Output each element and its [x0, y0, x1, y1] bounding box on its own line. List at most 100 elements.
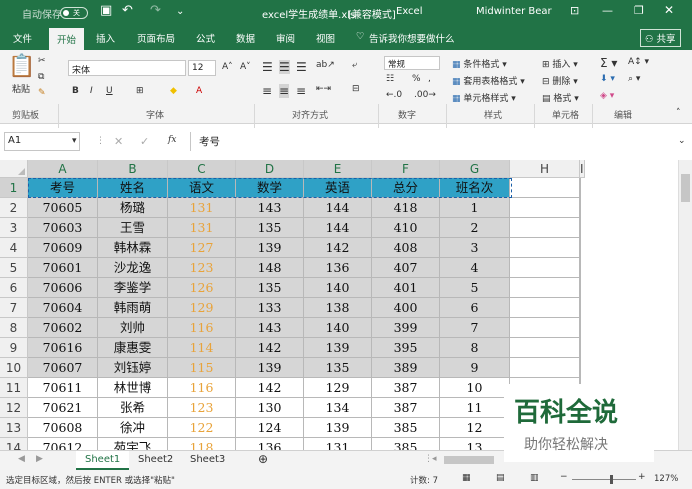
table-format-button[interactable]: ▦ 套用表格格式 ▾: [452, 74, 525, 87]
header-cell[interactable]: 总分: [372, 178, 440, 198]
scroll-left-icon[interactable]: ◂: [432, 454, 437, 464]
collapse-ribbon-icon[interactable]: ˄: [676, 108, 681, 118]
data-cell[interactable]: 70607: [28, 358, 98, 378]
shrink-font-icon[interactable]: A˅: [240, 62, 251, 72]
data-cell[interactable]: 康惠雯: [98, 338, 168, 358]
grow-font-icon[interactable]: A˄: [222, 62, 233, 72]
data-cell[interactable]: 387: [372, 398, 440, 418]
data-cell[interactable]: 林世博: [98, 378, 168, 398]
data-cell[interactable]: 139: [304, 418, 372, 438]
orientation-icon[interactable]: ab↗: [316, 60, 335, 70]
comma-icon[interactable]: ,: [428, 74, 431, 84]
zoom-in-icon[interactable]: +: [638, 472, 646, 482]
data-cell[interactable]: 杨璐: [98, 198, 168, 218]
column-header-i[interactable]: I: [580, 160, 585, 178]
indent-icon[interactable]: ⇤⇥: [316, 84, 331, 94]
currency-icon[interactable]: ☷: [386, 74, 394, 84]
row-header[interactable]: 10: [0, 358, 28, 378]
data-cell[interactable]: 139: [236, 238, 304, 258]
empty-cell[interactable]: [580, 298, 581, 318]
data-cell[interactable]: 129: [304, 378, 372, 398]
tab-formulas[interactable]: 公式: [196, 31, 215, 45]
decrease-decimal-icon[interactable]: .00→: [414, 90, 436, 100]
column-header-g[interactable]: G: [440, 160, 510, 178]
row-header[interactable]: 13: [0, 418, 28, 438]
format-cells-button[interactable]: ▤ 格式 ▾: [542, 91, 579, 104]
data-cell[interactable]: 7: [440, 318, 510, 338]
conditional-format-button[interactable]: ▦ 条件格式 ▾: [452, 57, 507, 70]
data-cell[interactable]: 139: [236, 358, 304, 378]
insert-function-icon[interactable]: fx: [168, 135, 176, 145]
data-cell[interactable]: 1: [440, 198, 510, 218]
tab-insert[interactable]: 插入: [96, 31, 115, 45]
align-left-icon[interactable]: ≡: [262, 84, 272, 98]
column-header-d[interactable]: D: [236, 160, 304, 178]
column-header-a[interactable]: A: [28, 160, 98, 178]
sheet-tab-2[interactable]: Sheet2: [138, 454, 173, 465]
data-cell[interactable]: 140: [304, 278, 372, 298]
data-cell[interactable]: 136: [304, 258, 372, 278]
tab-home[interactable]: 开始: [49, 28, 85, 50]
header-cell[interactable]: 班名次: [440, 178, 510, 198]
data-cell[interactable]: 70601: [28, 258, 98, 278]
header-cell[interactable]: 考号: [28, 178, 98, 198]
empty-cell[interactable]: [510, 358, 580, 378]
row-header[interactable]: 8: [0, 318, 28, 338]
select-all-corner[interactable]: [0, 160, 28, 178]
data-cell[interactable]: 118: [168, 438, 236, 450]
empty-cell[interactable]: [580, 358, 581, 378]
fill-color-icon[interactable]: ◆: [170, 86, 177, 96]
data-cell[interactable]: 70612: [28, 438, 98, 450]
data-cell[interactable]: 70605: [28, 198, 98, 218]
undo-icon[interactable]: ↶: [122, 3, 133, 18]
data-cell[interactable]: 407: [372, 258, 440, 278]
empty-cell[interactable]: [510, 298, 580, 318]
data-cell[interactable]: 70611: [28, 378, 98, 398]
formula-input[interactable]: 考号: [190, 132, 688, 151]
header-cell[interactable]: 语文: [168, 178, 236, 198]
zoom-slider[interactable]: [572, 479, 636, 480]
empty-cell[interactable]: [510, 318, 580, 338]
font-name-select[interactable]: 宋体: [68, 60, 186, 76]
sort-filter-icon[interactable]: A↕ ▾: [628, 57, 649, 67]
clear-icon[interactable]: ◈ ▾: [600, 91, 614, 101]
underline-icon[interactable]: U: [106, 86, 113, 96]
redo-icon[interactable]: ↷: [150, 3, 161, 18]
normal-view-icon[interactable]: ▦: [462, 473, 471, 483]
empty-cell[interactable]: [510, 338, 580, 358]
data-cell[interactable]: 王雪: [98, 218, 168, 238]
data-cell[interactable]: 144: [304, 198, 372, 218]
data-cell[interactable]: 144: [304, 218, 372, 238]
align-right-icon[interactable]: ≡: [296, 84, 306, 98]
data-cell[interactable]: 389: [372, 358, 440, 378]
data-cell[interactable]: 韩林霖: [98, 238, 168, 258]
quick-access-menu-icon[interactable]: ⌄: [176, 6, 184, 17]
data-cell[interactable]: 8: [440, 338, 510, 358]
data-cell[interactable]: 13: [440, 438, 510, 450]
ribbon-display-icon[interactable]: ⊡: [570, 4, 579, 17]
data-cell[interactable]: 418: [372, 198, 440, 218]
data-cell[interactable]: 70609: [28, 238, 98, 258]
row-header[interactable]: 12: [0, 398, 28, 418]
row-header[interactable]: 4: [0, 238, 28, 258]
empty-cell[interactable]: [580, 178, 581, 198]
data-cell[interactable]: 135: [304, 358, 372, 378]
border-icon[interactable]: ⊞: [136, 86, 144, 96]
data-cell[interactable]: 70602: [28, 318, 98, 338]
data-cell[interactable]: 116: [168, 378, 236, 398]
row-header[interactable]: 5: [0, 258, 28, 278]
cut-icon[interactable]: ✂: [38, 56, 46, 66]
data-cell[interactable]: 135: [236, 278, 304, 298]
data-cell[interactable]: 395: [372, 338, 440, 358]
tab-page-layout[interactable]: 页面布局: [137, 31, 175, 45]
close-icon[interactable]: ✕: [664, 3, 674, 17]
data-cell[interactable]: 385: [372, 418, 440, 438]
header-cell[interactable]: 英语: [304, 178, 372, 198]
data-cell[interactable]: 399: [372, 318, 440, 338]
cell-style-button[interactable]: ▦ 单元格样式 ▾: [452, 91, 516, 104]
row-header[interactable]: 1: [0, 178, 28, 198]
header-cell[interactable]: 数学: [236, 178, 304, 198]
paste-button[interactable]: 粘贴: [12, 82, 30, 95]
data-cell[interactable]: 142: [236, 378, 304, 398]
data-cell[interactable]: 刘帅: [98, 318, 168, 338]
